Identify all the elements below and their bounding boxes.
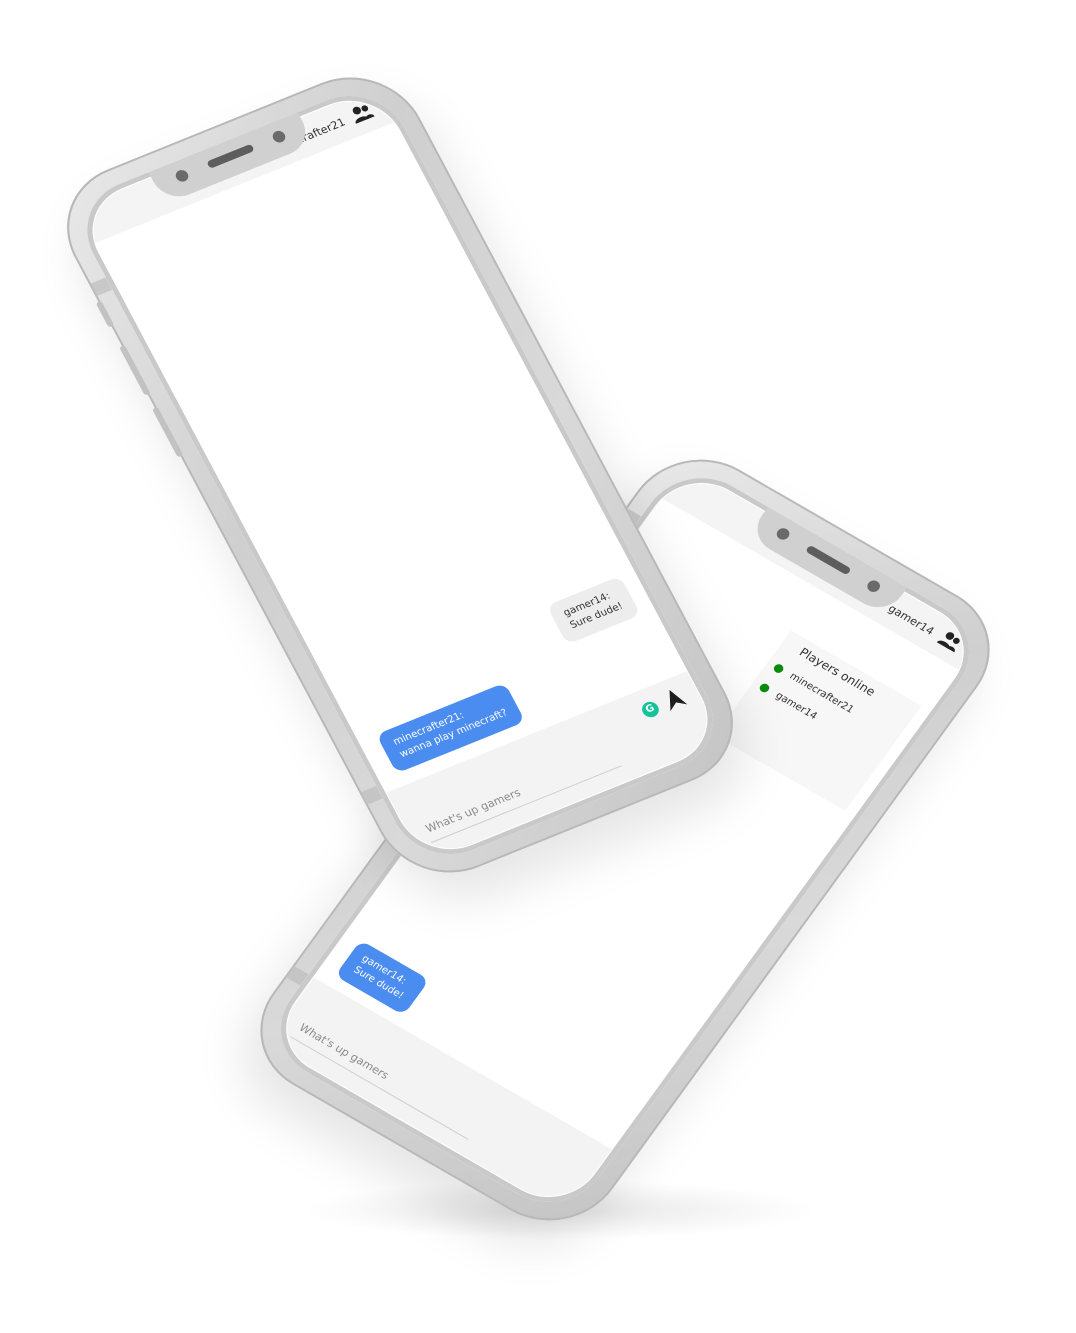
- sensor-icon: [864, 578, 883, 595]
- users-icon[interactable]: [347, 101, 376, 125]
- silent-switch: [95, 300, 115, 328]
- front-camera-icon: [774, 526, 792, 542]
- players-online-panel: Players online minecrafter21 gamer14: [714, 630, 922, 811]
- grammarly-icon[interactable]: G: [639, 699, 662, 720]
- sensor-icon: [270, 129, 288, 145]
- front-phone-screen: minecrafter21 gamer14: Sure dude! minecr…: [75, 86, 725, 864]
- users-icon[interactable]: [935, 628, 965, 654]
- earpiece-speaker: [206, 143, 255, 169]
- online-status-icon: [772, 662, 786, 675]
- online-status-icon: [757, 682, 772, 694]
- earpiece-speaker: [805, 544, 852, 576]
- front-phone: minecrafter21 gamer14: Sure dude! minecr…: [42, 56, 758, 894]
- chat-message-bubble: gamer14: Sure dude!: [546, 575, 641, 645]
- mockup-stage: gamer14 Players online minecrafter21 gam…: [0, 0, 1076, 1333]
- send-icon[interactable]: [660, 685, 689, 712]
- chat-area: gamer14: Sure dude! minecrafter21: wanna…: [94, 122, 687, 793]
- front-camera-icon: [173, 168, 191, 184]
- front-phone-bezel: minecrafter21 gamer14: Sure dude! minecr…: [67, 79, 733, 871]
